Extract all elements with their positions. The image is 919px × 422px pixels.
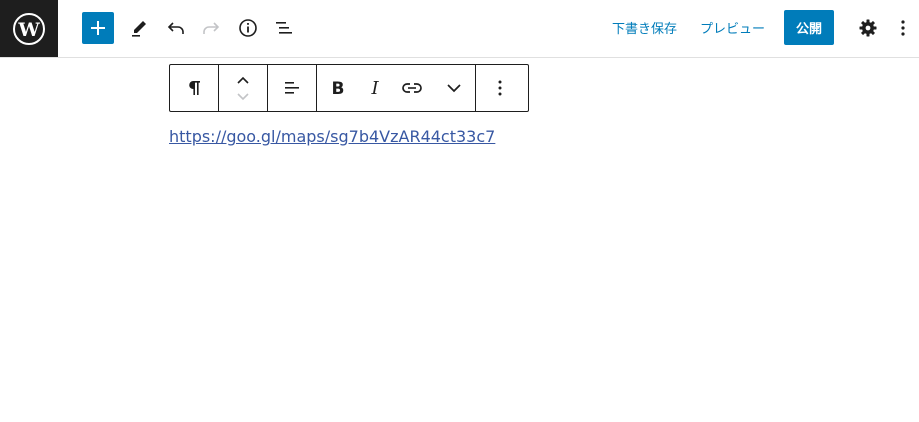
tools-button[interactable] xyxy=(122,12,156,44)
chevron-down-icon xyxy=(447,84,461,93)
list-view-button[interactable] xyxy=(267,12,301,44)
move-up-button[interactable] xyxy=(236,72,250,88)
move-down-button[interactable] xyxy=(236,88,250,104)
chevron-down-icon xyxy=(237,93,249,101)
alignment-group xyxy=(268,65,317,111)
publish-button[interactable]: 公開 xyxy=(784,10,834,45)
align-left-icon xyxy=(285,82,299,94)
chevron-up-icon xyxy=(237,76,249,84)
align-button[interactable] xyxy=(268,65,316,111)
paragraph-block-button[interactable] xyxy=(170,65,218,111)
preview-button[interactable]: プレビュー xyxy=(700,18,765,37)
options-button[interactable] xyxy=(888,12,918,44)
undo-icon xyxy=(167,22,184,34)
italic-icon: I xyxy=(370,78,379,98)
more-formatting-button[interactable] xyxy=(433,65,475,111)
svg-text:W: W xyxy=(17,19,40,41)
redo-icon xyxy=(203,22,220,34)
settings-button[interactable] xyxy=(851,12,885,44)
plus-icon xyxy=(91,21,105,35)
paragraph-link[interactable]: https://goo.gl/maps/sg7b4VzAR44ct33c7 xyxy=(169,127,495,146)
block-mover xyxy=(219,65,267,111)
redo-button[interactable] xyxy=(194,12,228,44)
block-toolbar: B I xyxy=(169,64,529,112)
details-button[interactable] xyxy=(231,12,265,44)
link-icon xyxy=(402,83,422,93)
formatting-group: B I xyxy=(317,65,476,111)
link-button[interactable] xyxy=(391,65,433,111)
paragraph-icon xyxy=(189,81,200,95)
bold-icon: B xyxy=(332,79,345,98)
pencil-icon xyxy=(132,21,146,37)
vertical-ellipsis-icon xyxy=(901,20,905,36)
block-options-button[interactable] xyxy=(476,65,524,111)
list-view-icon xyxy=(276,22,292,34)
svg-text:B: B xyxy=(332,79,345,98)
undo-button[interactable] xyxy=(159,12,193,44)
block-type-group xyxy=(170,65,219,111)
block-mover-group xyxy=(219,65,268,111)
info-icon xyxy=(239,19,257,37)
save-draft-button[interactable]: 下書き保存 xyxy=(612,18,677,37)
editor-header: W 下書き保存 プレビュー 公開 xyxy=(0,0,919,58)
bold-button[interactable]: B xyxy=(317,65,359,111)
add-block-button[interactable] xyxy=(82,12,114,44)
vertical-ellipsis-icon xyxy=(498,80,502,96)
svg-text:I: I xyxy=(370,78,379,98)
wordpress-logo-icon[interactable]: W xyxy=(0,0,58,57)
gear-icon xyxy=(859,19,877,37)
italic-button[interactable]: I xyxy=(359,65,391,111)
options-group xyxy=(476,65,524,111)
